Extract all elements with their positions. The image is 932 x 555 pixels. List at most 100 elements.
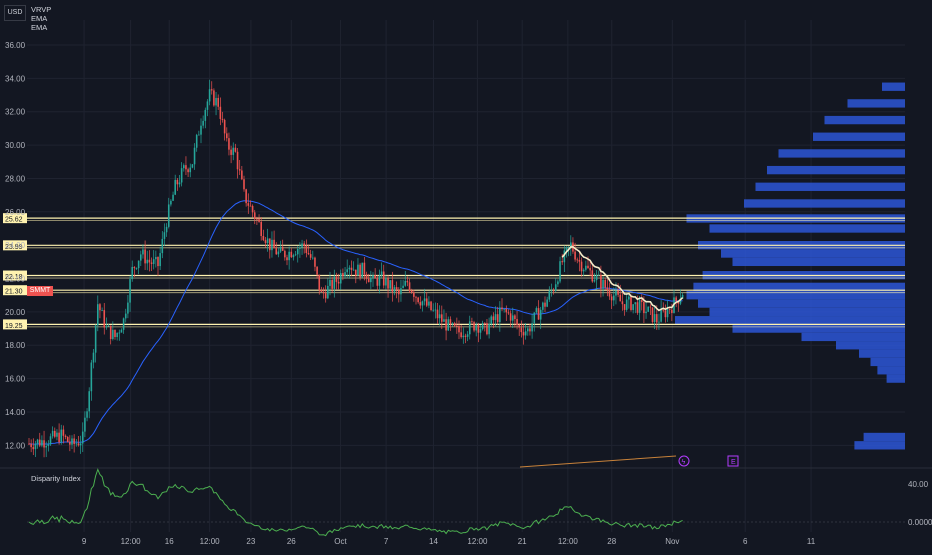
candle (180, 162, 183, 187)
volume-profile-bar (870, 357, 905, 367)
candle-body (90, 362, 93, 392)
candle (286, 254, 288, 266)
candle-body (516, 319, 518, 326)
candle (430, 300, 432, 312)
candle-body (193, 147, 196, 165)
candle-body (202, 120, 204, 126)
candle (301, 239, 303, 255)
candle-body (561, 261, 563, 263)
candle (563, 245, 566, 273)
candle (288, 246, 290, 270)
candle-body (544, 302, 546, 307)
candle-body (320, 290, 323, 292)
candle-body (361, 262, 364, 278)
volume-profile-bar (744, 199, 905, 208)
candle (438, 305, 441, 326)
candle-body (92, 352, 95, 363)
candle (395, 281, 398, 299)
candle (92, 349, 95, 369)
candle-body (436, 309, 439, 319)
candle-body (400, 288, 402, 295)
candle-body (137, 260, 140, 269)
candle-body (481, 322, 484, 330)
candle-body (370, 277, 372, 283)
candle (372, 272, 374, 287)
candle (514, 314, 516, 328)
candle-body (180, 168, 183, 183)
candle (445, 312, 447, 341)
candle-body (256, 218, 258, 220)
candle-body (81, 431, 84, 444)
candle-body (112, 329, 114, 340)
candle (109, 325, 112, 345)
candle (559, 256, 561, 284)
candle-body (221, 118, 224, 120)
candle (124, 308, 127, 323)
candle (649, 304, 652, 315)
y-axis-tick: 24.00 (5, 241, 26, 250)
candle-body (86, 411, 88, 418)
chart-area[interactable]: 25.62 23.99 22.18 21.30 19.25 ϟE 36.00 34.00 3… (0, 0, 932, 550)
candle-body (303, 243, 305, 246)
candle (187, 167, 189, 178)
candle-body (195, 134, 198, 148)
lightning-icon: ϟ (678, 455, 690, 467)
candle-body (595, 274, 598, 281)
candle (376, 275, 379, 291)
candle-body (613, 295, 615, 301)
indicator-vrvp[interactable]: VRVP (31, 5, 51, 14)
candle-body (32, 447, 35, 450)
indicator-ema-1[interactable]: EMA (31, 14, 51, 23)
candle-body (557, 281, 559, 285)
candle (64, 434, 67, 440)
candle-body (359, 264, 361, 278)
y-axis-tick: 14.00 (5, 408, 26, 417)
earnings-icon-glyph: E (731, 459, 736, 466)
candle (552, 287, 555, 295)
disparity-line (28, 468, 683, 537)
candle (49, 433, 52, 446)
candle-body (380, 271, 383, 276)
candle-body (398, 290, 400, 295)
candle-body (385, 278, 387, 286)
currency-label[interactable]: USD (4, 5, 26, 21)
candle-body (232, 147, 235, 155)
candle (163, 223, 166, 247)
volume-profile-bar (824, 115, 905, 125)
candle-body (518, 325, 520, 328)
candle (206, 99, 209, 117)
indicator-ema-2[interactable]: EMA (31, 23, 51, 32)
candle-body (615, 290, 617, 296)
candle (496, 306, 499, 325)
chart-svg[interactable]: 25.6223.9922.1821.3019.25 ϟE 36.0034.003… (0, 0, 932, 550)
disparity-index-title[interactable]: Disparity Index (31, 474, 81, 483)
candle-body (243, 179, 245, 190)
candle-body (509, 313, 512, 321)
candle-body (413, 292, 415, 297)
candle-body (456, 325, 458, 327)
candle (305, 239, 308, 258)
candle (370, 270, 372, 290)
candle (355, 269, 357, 284)
candle (307, 244, 310, 256)
candle (34, 440, 37, 457)
candle (150, 257, 153, 271)
volume-profile-bar (709, 307, 905, 317)
candle-body (170, 200, 172, 205)
candle-body (116, 332, 118, 337)
candle (217, 94, 219, 110)
candle (374, 268, 376, 279)
candle-body (367, 278, 370, 283)
candle-body (219, 106, 222, 119)
candle (557, 279, 559, 287)
candle-body (597, 274, 600, 276)
candle-body (167, 204, 170, 227)
candle (105, 317, 108, 330)
candle (309, 249, 312, 260)
candle (621, 292, 624, 311)
candle-body (333, 276, 336, 289)
candle-body (628, 296, 630, 300)
candle-body (656, 314, 658, 323)
candle (116, 332, 118, 341)
candle-body (273, 239, 275, 249)
